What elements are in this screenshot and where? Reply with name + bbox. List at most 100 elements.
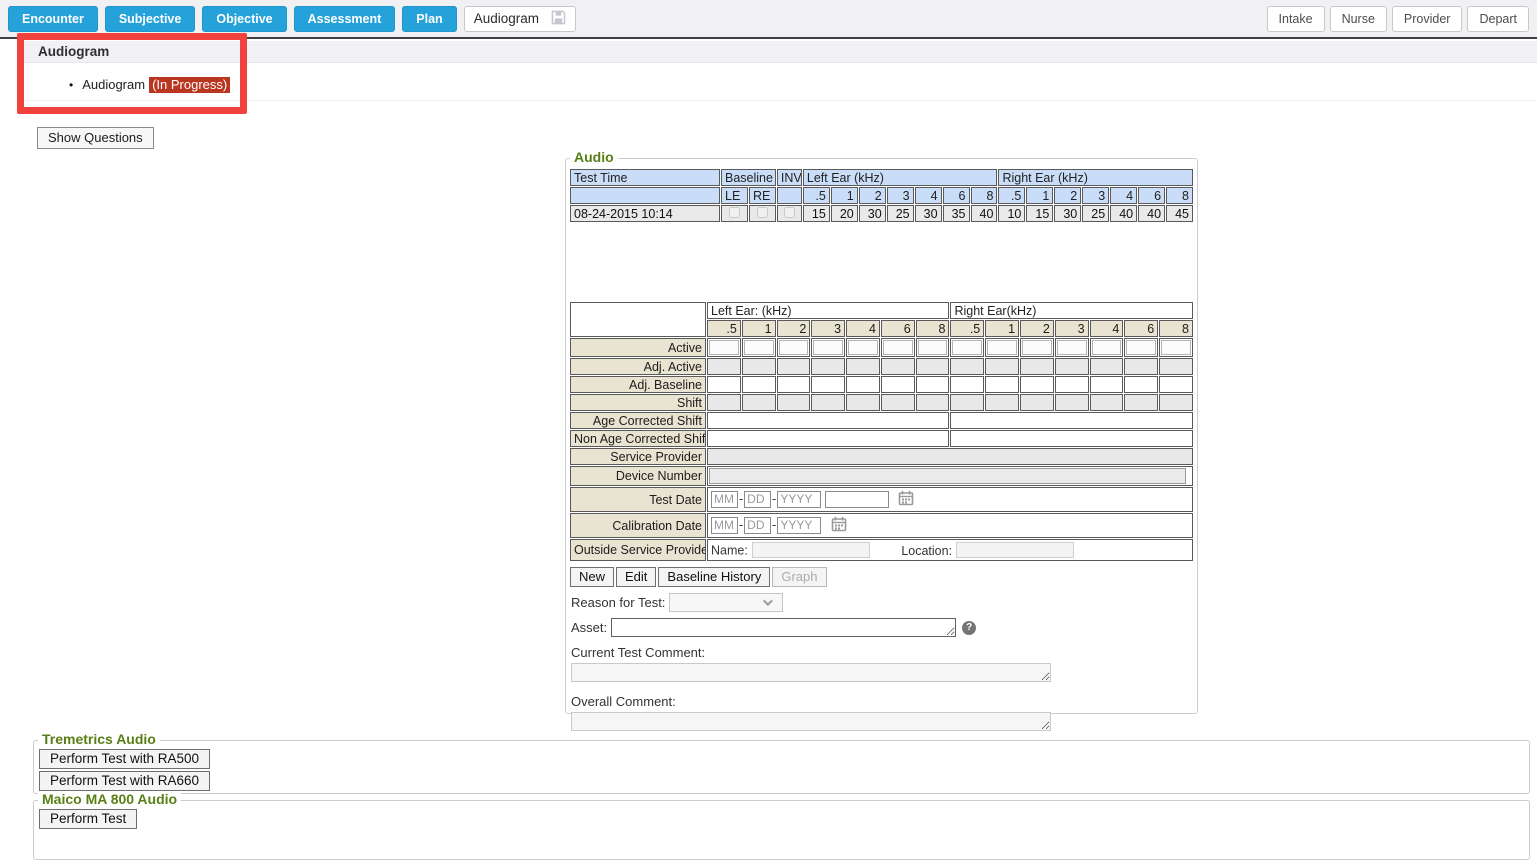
outside-location-input[interactable] (956, 542, 1074, 558)
results-header-row-2: LE RE .5 1 2 3 4 6 8 .5 1 2 3 4 6 8 (570, 187, 1193, 204)
test-date-year-input[interactable] (777, 491, 821, 508)
calibration-month-input[interactable] (711, 517, 738, 534)
freq-header: 6 (1138, 187, 1165, 204)
status-badge: (In Progress) (149, 77, 230, 93)
outside-name-label: Name: (711, 544, 748, 558)
active-value-input[interactable] (779, 340, 809, 355)
save-button[interactable] (551, 10, 566, 28)
edit-button[interactable]: Edit (616, 567, 656, 587)
calendar-icon[interactable] (898, 495, 914, 509)
perform-test-ra660-button[interactable]: Perform Test with RA660 (39, 771, 210, 791)
questionnaire-link[interactable]: Audiogram (82, 77, 145, 92)
col-test-time: Test Time (570, 169, 720, 186)
active-value-input[interactable] (883, 340, 913, 355)
active-value-input[interactable] (1092, 340, 1122, 355)
calendar-icon[interactable] (831, 521, 847, 535)
tremetrics-legend: Tremetrics Audio (38, 731, 160, 747)
nav-assessment-button[interactable]: Assessment (294, 6, 396, 32)
row-adj-active: Adj. Active (570, 358, 1193, 375)
row-label-adj-baseline: Adj. Baseline (570, 376, 706, 393)
date-separator: - (739, 518, 743, 532)
outside-name-input[interactable] (752, 542, 870, 558)
device-number-input[interactable] (709, 468, 1186, 484)
freq-header: 6 (881, 320, 915, 337)
asset-input[interactable] (611, 618, 956, 637)
col-empty (570, 187, 720, 204)
test-date-day-input[interactable] (744, 491, 771, 508)
freq-header: 4 (1110, 187, 1137, 204)
baseline-re-cell (749, 205, 776, 222)
active-value-input[interactable] (1022, 340, 1052, 355)
questionnaire-panel-header: Audiogram (21, 41, 1537, 63)
col-inv: INV (777, 169, 802, 186)
reason-for-test-row: Reason for Test: (571, 593, 1194, 612)
calibration-day-input[interactable] (744, 517, 771, 534)
panel-title: Audiogram (38, 44, 109, 59)
freq-header: 4 (846, 320, 880, 337)
baseline-history-button[interactable]: Baseline History (658, 567, 770, 587)
freq-header: 2 (777, 320, 811, 337)
right-value-cell: 10 (998, 205, 1025, 222)
spacer (569, 223, 1194, 301)
questionnaire-list-item: • Audiogram (In Progress) (21, 63, 1537, 101)
nav-encounter-button[interactable]: Encounter (8, 6, 98, 32)
corner-cell (570, 302, 706, 337)
right-value-cell: 25 (1082, 205, 1109, 222)
row-label-test-date: Test Date (570, 487, 706, 512)
bullet-icon: • (69, 78, 73, 92)
active-value-input[interactable] (1057, 340, 1087, 355)
nurse-button[interactable]: Nurse (1330, 6, 1387, 32)
active-value-input[interactable] (987, 340, 1017, 355)
outside-location-label: Location: (901, 544, 952, 558)
row-active: Active (570, 338, 1193, 357)
chevron-down-icon (763, 596, 773, 606)
freq-header: 1 (985, 320, 1019, 337)
test-time-cell: 08-24-2015 10:14 (570, 205, 720, 222)
active-value-input[interactable] (709, 340, 739, 355)
col-le: LE (721, 187, 748, 204)
active-value-input[interactable] (952, 340, 982, 355)
row-outside-service-provider: Outside Service Provider Name: Location: (570, 539, 1193, 561)
baseline-re-checkbox (757, 207, 768, 218)
audio-action-buttons: New Edit Baseline History Graph (570, 567, 1194, 587)
nav-subjective-button[interactable]: Subjective (105, 6, 196, 32)
test-date-month-input[interactable] (711, 491, 738, 508)
row-service-provider: Service Provider (570, 448, 1193, 465)
provider-button[interactable]: Provider (1392, 6, 1463, 32)
test-time-input[interactable] (825, 491, 889, 508)
active-value-input[interactable] (848, 340, 878, 355)
show-questions-button[interactable]: Show Questions (37, 127, 154, 149)
active-value-input[interactable] (813, 340, 843, 355)
maico-perform-test-button[interactable]: Perform Test (39, 809, 137, 829)
row-calibration-date: Calibration Date -- (570, 513, 1193, 538)
audio-results-table: Test Time Baseline INV Left Ear (kHz) Ri… (569, 168, 1194, 223)
nav-objective-button[interactable]: Objective (202, 6, 286, 32)
results-header-row-1: Test Time Baseline INV Left Ear (kHz) Ri… (570, 169, 1193, 186)
freq-header: 4 (1090, 320, 1124, 337)
date-separator: - (772, 492, 776, 506)
calibration-year-input[interactable] (777, 517, 821, 534)
current-test-comment-textarea[interactable] (571, 663, 1051, 682)
help-icon[interactable]: ? (962, 621, 976, 635)
perform-test-ra500-button[interactable]: Perform Test with RA500 (39, 749, 210, 769)
overall-comment-textarea[interactable] (571, 712, 1051, 731)
reason-for-test-select[interactable] (669, 593, 783, 612)
active-value-input[interactable] (1161, 340, 1191, 355)
active-value-input[interactable] (1126, 340, 1156, 355)
save-icon (551, 10, 566, 28)
active-value-input[interactable] (918, 340, 948, 355)
date-separator: - (739, 492, 743, 506)
asset-row: Asset: ? (571, 618, 1194, 637)
results-data-row[interactable]: 08-24-2015 10:14 15 20 30 25 30 35 40 10… (570, 205, 1193, 222)
audio-detail-table: Left Ear: (kHz) Right Ear(kHz) .5 1 2 3 … (569, 301, 1194, 562)
maico-audio-section: Maico MA 800 Audio Perform Test (33, 800, 1530, 860)
active-value-input[interactable] (744, 340, 774, 355)
nav-plan-button[interactable]: Plan (402, 6, 456, 32)
depart-button[interactable]: Depart (1467, 6, 1529, 32)
new-button[interactable]: New (570, 567, 614, 587)
intake-button[interactable]: Intake (1267, 6, 1325, 32)
audio-section: Audio Test Time Baseline INV Left Ear (k… (565, 158, 1198, 714)
row-shift: Shift (570, 394, 1193, 411)
right-value-cell: 30 (1054, 205, 1081, 222)
tab-audiogram[interactable]: Audiogram (464, 6, 576, 32)
